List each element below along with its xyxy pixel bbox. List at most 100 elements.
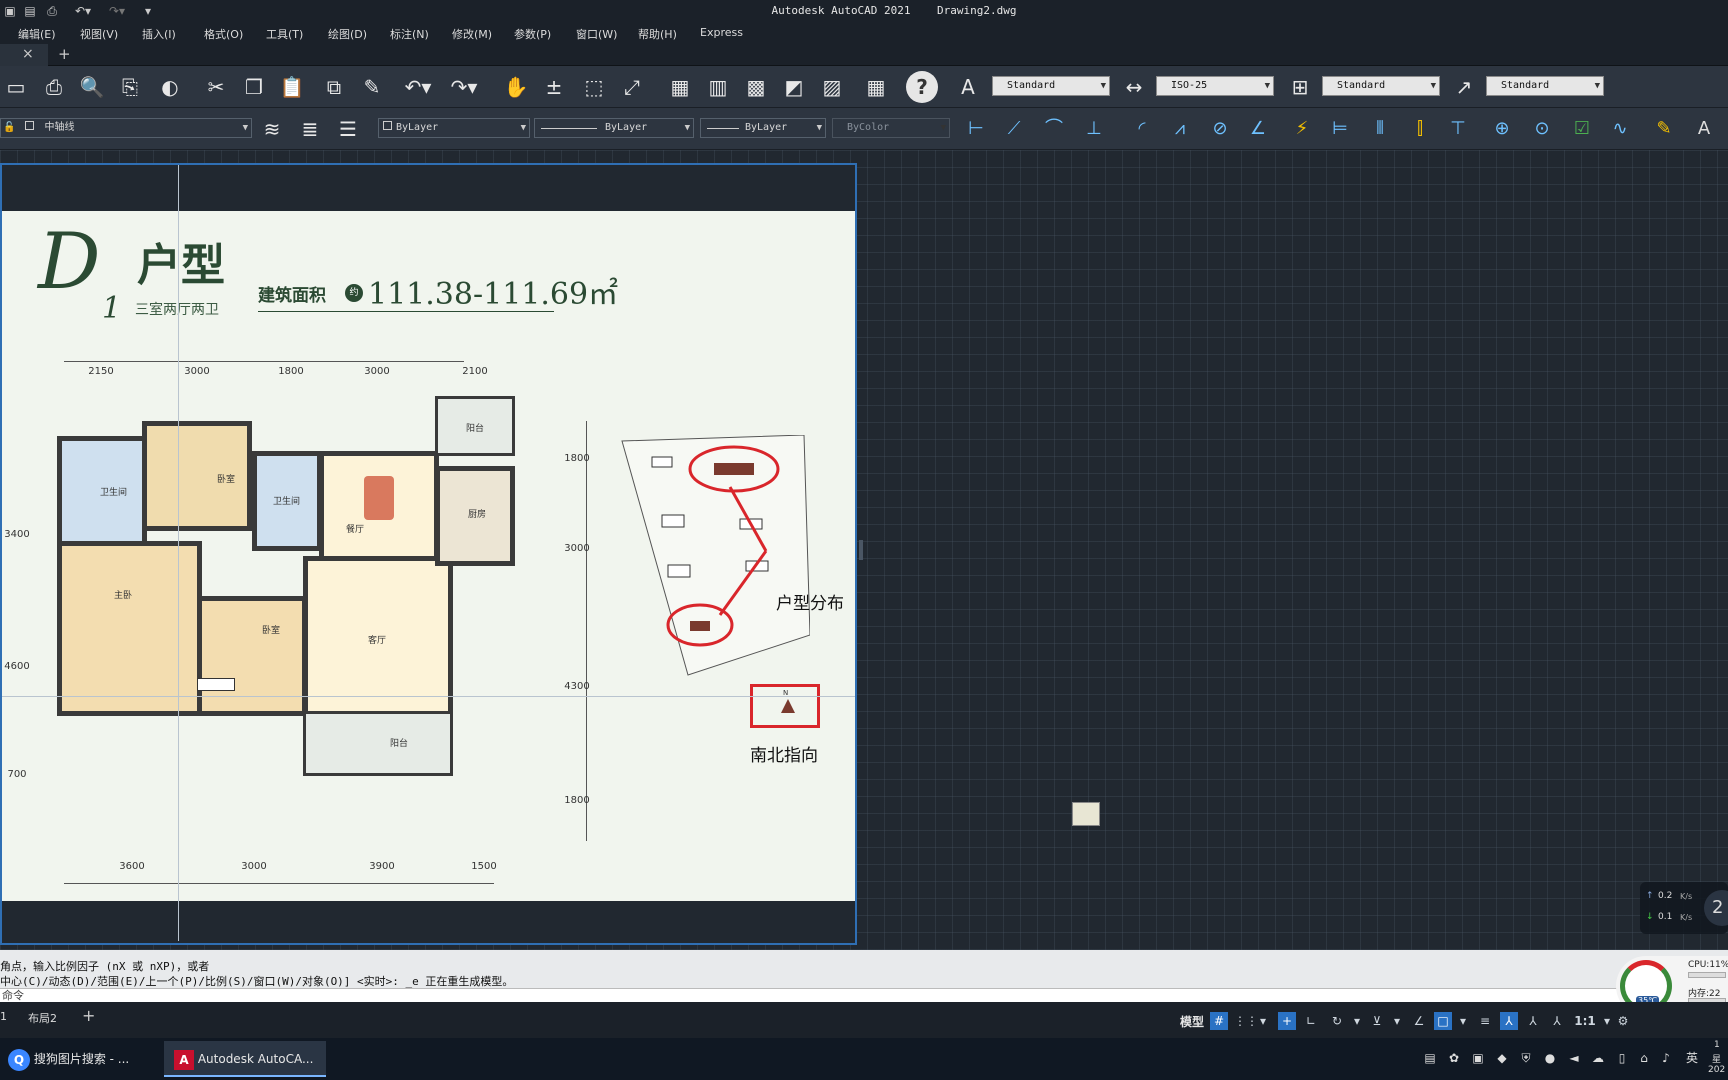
ime-indicator[interactable]: 英 xyxy=(1684,1050,1700,1066)
polar-dropdown-icon[interactable]: ▾ xyxy=(1348,1012,1366,1030)
text-style-icon[interactable]: A xyxy=(952,71,984,103)
linetype-select[interactable]: ByLayer ▼ xyxy=(534,118,694,138)
file-tab[interactable]: × xyxy=(0,44,48,66)
new-tab-icon[interactable]: + xyxy=(58,45,71,63)
floor-plan-image[interactable]: D 1 户型 三室两厅两卫 建筑面积 约 111.38-111.69㎡ 2150… xyxy=(2,211,855,901)
menu-format[interactable]: 格式(O) xyxy=(204,26,243,42)
split-handle[interactable] xyxy=(859,540,863,560)
cut-icon[interactable]: ✂ xyxy=(200,71,232,103)
save-icon[interactable]: ▭ xyxy=(0,71,32,103)
dim-aligned-icon[interactable]: ⟋ xyxy=(1000,115,1028,143)
dim-style-select[interactable]: ISO-25 ▼ xyxy=(1156,76,1274,96)
annotation-scale-icon[interactable]: ⅄ xyxy=(1548,1012,1566,1030)
undo-icon[interactable]: ↶▾ xyxy=(398,71,438,103)
message-tray-icon[interactable]: ▤ xyxy=(1422,1050,1438,1066)
menu-edit[interactable]: 编辑(E) xyxy=(18,26,56,42)
dim-ordinate-icon[interactable]: ⊥ xyxy=(1080,115,1108,143)
workspace-gear-icon[interactable]: ⚙ xyxy=(1614,1012,1632,1030)
dim-baseline-icon[interactable]: ⊨ xyxy=(1326,115,1354,143)
snap-dropdown-icon[interactable]: ▾ xyxy=(1254,1012,1272,1030)
menu-tools[interactable]: 工具(T) xyxy=(266,26,303,42)
menu-help[interactable]: 帮助(H) xyxy=(638,26,677,42)
nvidia-tray-icon[interactable]: ◆ xyxy=(1494,1050,1510,1066)
network-tray-icon[interactable]: ⌂ xyxy=(1636,1050,1652,1066)
object-snap-tracking-icon[interactable]: ∠ xyxy=(1410,1012,1428,1030)
dim-angular-icon[interactable]: ∠ xyxy=(1244,115,1272,143)
inspect-icon[interactable]: ☑ xyxy=(1568,115,1596,143)
redo-icon[interactable]: ↷▾ xyxy=(444,71,484,103)
dim-space-icon[interactable]: ⫿ xyxy=(1406,115,1434,143)
annotation-visibility-icon[interactable]: ⅄ xyxy=(1500,1012,1518,1030)
center-mark-icon[interactable]: ⊙ xyxy=(1528,115,1556,143)
dim-diameter-icon[interactable]: ⊘ xyxy=(1206,115,1234,143)
plot-preview-icon[interactable]: 🔍 xyxy=(76,71,108,103)
jogged-linear-icon[interactable]: ∿ xyxy=(1606,115,1634,143)
app-tray-icon[interactable]: ✿ xyxy=(1446,1050,1462,1066)
layout-tab-1[interactable]: 1 xyxy=(0,1010,7,1023)
dim-linear-icon[interactable]: ⊢ xyxy=(962,115,990,143)
layer-previous-icon[interactable]: ☰ xyxy=(332,113,364,145)
3d-dwf-icon[interactable]: ◐ xyxy=(154,71,186,103)
dim-style-icon[interactable]: ↔ xyxy=(1118,71,1150,103)
menu-express[interactable]: Express xyxy=(700,26,743,39)
menu-parametric[interactable]: 参数(P) xyxy=(514,26,551,42)
make-current-layer-icon[interactable]: ≣ xyxy=(294,113,326,145)
close-icon[interactable]: × xyxy=(22,46,34,62)
volume-tray-icon[interactable]: ♪ xyxy=(1658,1050,1674,1066)
lineweight-select[interactable]: ByLayer ▼ xyxy=(700,118,826,138)
dim-radius-icon[interactable]: ◜ xyxy=(1128,115,1156,143)
block-editor-icon[interactable]: ✎ xyxy=(356,71,388,103)
scale-select[interactable]: 1:1 xyxy=(1572,1012,1598,1030)
copy-icon[interactable]: ❐ xyxy=(238,71,270,103)
menu-window[interactable]: 窗口(W) xyxy=(576,26,617,42)
dim-text-edit-icon[interactable]: A xyxy=(1690,115,1718,143)
isodraft-icon[interactable]: ⊻ xyxy=(1368,1012,1386,1030)
tray-app-icon[interactable]: ▣ xyxy=(1470,1050,1486,1066)
zoom-realtime-icon[interactable]: ± xyxy=(538,71,570,103)
snap-icon[interactable]: ⋮⋮ xyxy=(1234,1012,1258,1030)
properties-icon[interactable]: ▦ xyxy=(664,71,696,103)
dim-arc-icon[interactable]: ⌒ xyxy=(1040,115,1068,143)
publish-icon[interactable]: ⎘ xyxy=(114,71,146,103)
security-tray-icon[interactable]: ⛨ xyxy=(1518,1050,1534,1066)
calculator-icon[interactable]: ▦ xyxy=(860,71,892,103)
help-icon[interactable]: ? xyxy=(906,71,938,103)
table-style-icon[interactable]: ⊞ xyxy=(1284,71,1316,103)
green-tray-icon[interactable]: ● xyxy=(1542,1050,1558,1066)
lineweight-icon[interactable]: ≡ xyxy=(1476,1012,1494,1030)
object-snap-icon[interactable]: □ xyxy=(1434,1012,1452,1030)
dynamic-input-icon[interactable]: + xyxy=(1278,1012,1296,1030)
dim-edit-icon[interactable]: ✎ xyxy=(1650,115,1678,143)
layer-properties-icon[interactable]: ≋ xyxy=(256,113,288,145)
usb-tray-icon[interactable]: ▯ xyxy=(1614,1050,1630,1066)
image-viewport[interactable]: D 1 户型 三室两厅两卫 建筑面积 约 111.38-111.69㎡ 2150… xyxy=(0,163,857,945)
layer-select[interactable]: 🔓 中轴线 ▼ xyxy=(0,118,252,138)
model-space-button[interactable]: 模型 xyxy=(1180,1013,1204,1030)
multileader-style-select[interactable]: Standard ▼ xyxy=(1486,76,1604,96)
pan-icon[interactable]: ✋ xyxy=(500,71,532,103)
design-center-icon[interactable]: ▥ xyxy=(702,71,734,103)
paste-icon[interactable]: 📋 xyxy=(276,71,308,103)
markup-icon[interactable]: ▨ xyxy=(816,71,848,103)
polar-icon[interactable]: ↻ xyxy=(1328,1012,1346,1030)
plot-icon[interactable]: ⎙ xyxy=(38,71,70,103)
grid-icon[interactable]: # xyxy=(1210,1012,1228,1030)
speaker-muted-icon[interactable]: ◄ xyxy=(1566,1050,1582,1066)
menu-view[interactable]: 视图(V) xyxy=(80,26,118,42)
object-snap-dropdown-icon[interactable]: ▾ xyxy=(1454,1012,1472,1030)
menu-draw[interactable]: 绘图(D) xyxy=(328,26,367,42)
dim-jogged-icon[interactable]: ⩘ xyxy=(1166,115,1194,143)
auto-scale-icon[interactable]: ⅄ xyxy=(1524,1012,1542,1030)
menu-modify[interactable]: 修改(M) xyxy=(452,26,492,42)
quick-dim-icon[interactable]: ⚡ xyxy=(1288,115,1316,143)
zoom-window-icon[interactable]: ⬚ xyxy=(578,71,610,103)
tolerance-icon[interactable]: ⊕ xyxy=(1488,115,1516,143)
color-select[interactable]: ByLayer ▼ xyxy=(378,118,530,138)
match-properties-icon[interactable]: ⧉ xyxy=(318,71,350,103)
taskbar-item-autocad[interactable]: A Autodesk AutoCA... xyxy=(164,1041,326,1077)
thumbnail-image[interactable] xyxy=(1072,802,1100,826)
isodraft-dropdown-icon[interactable]: ▾ xyxy=(1388,1012,1406,1030)
zoom-previous-icon[interactable]: ⤢ xyxy=(616,71,648,103)
text-style-select[interactable]: Standard ▼ xyxy=(992,76,1110,96)
dynamic-input-box[interactable] xyxy=(197,678,235,691)
